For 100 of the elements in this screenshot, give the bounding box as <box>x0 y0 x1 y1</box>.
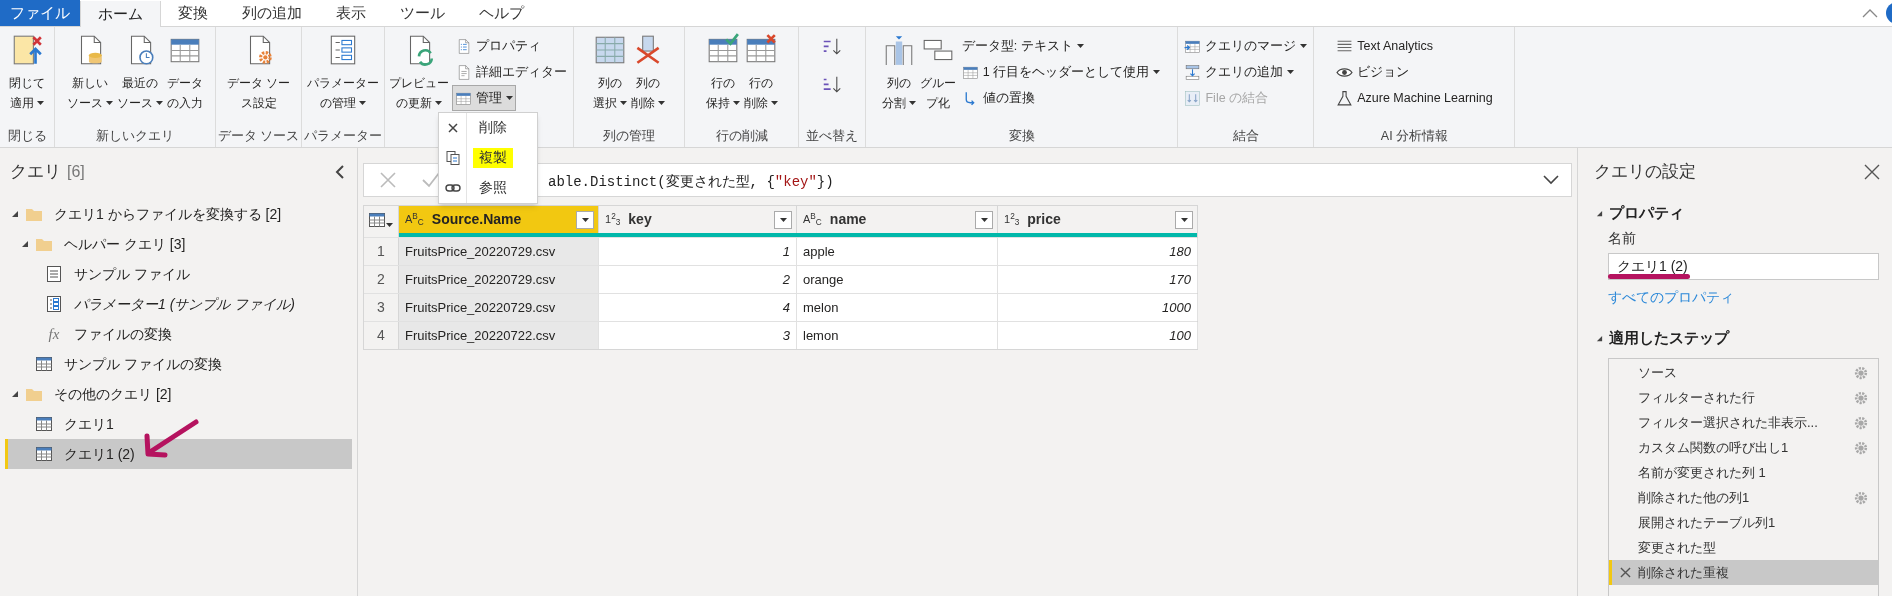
query-count: [6] <box>67 162 85 182</box>
column-title: price <box>1027 210 1061 229</box>
collapse-triangle-icon[interactable] <box>1596 209 1603 217</box>
ribbon-button[interactable]: 列の 選択 <box>592 27 629 126</box>
caret-icon <box>1180 217 1188 222</box>
tab[interactable]: ヘルプ <box>462 0 541 26</box>
step-item[interactable]: 展開されたテーブル列1 <box>1609 510 1878 535</box>
step-item[interactable]: フィルターされた行 <box>1609 385 1878 410</box>
table-cell: FruitsPrice_20220729.csv <box>399 294 599 321</box>
group-label: 変換 <box>1008 128 1036 146</box>
folder-icon <box>25 206 43 222</box>
collapse-triangle-icon[interactable] <box>1596 334 1603 342</box>
ribbon-button[interactable]: 管理 <box>452 85 517 111</box>
column-title: key <box>628 210 652 229</box>
table-menu-button[interactable] <box>369 212 393 227</box>
ribbon-button[interactable]: 行の 削除 <box>743 27 779 126</box>
menu-item[interactable]: 参照 <box>439 173 538 203</box>
group-label: 行の削減 <box>715 128 769 146</box>
ribbon-button[interactable]: 列の 削除 <box>630 27 667 126</box>
help-icon[interactable] <box>1886 2 1892 24</box>
expand-triangle-icon[interactable] <box>21 240 29 248</box>
ribbon-button[interactable]: 1 行目をヘッダーとして使用 <box>958 59 1164 85</box>
ribbon-button[interactable]: Azure Machine Learning <box>1333 85 1496 111</box>
ribbon-button[interactable]: 値の置換 <box>958 85 1038 111</box>
tree-item[interactable]: クエリ1 <box>5 409 352 439</box>
function-icon: fx <box>45 322 63 346</box>
tree-item[interactable]: サンプル ファイルの変換 <box>5 349 352 379</box>
ribbon-button[interactable]: 最近の ソース <box>116 27 164 126</box>
tab[interactable]: 変換 <box>161 0 225 26</box>
column-header[interactable]: A$^{B}$$_{C}$ name <box>797 206 998 233</box>
expand-triangle-icon[interactable] <box>11 210 19 218</box>
ribbon-button[interactable]: Text Analytics <box>1333 33 1436 59</box>
step-item[interactable]: 削除された他の列1 <box>1609 485 1878 510</box>
caret-icon <box>980 217 988 222</box>
append-icon <box>1184 63 1202 81</box>
step-item[interactable]: ソース <box>1609 360 1878 385</box>
close-icon[interactable] <box>1864 164 1880 180</box>
tree-item[interactable]: fx ファイルの変換 <box>5 319 352 349</box>
tree-item[interactable]: サンプル ファイル <box>5 259 352 289</box>
step-item[interactable]: カスタム関数の呼び出し1 <box>1609 435 1878 460</box>
ribbon-button[interactable]: グルー プ化 <box>918 27 957 126</box>
expand-triangle-icon[interactable] <box>11 390 19 398</box>
tree-item[interactable]: その他のクエリ [2] <box>5 379 352 409</box>
document-icon <box>45 265 63 283</box>
filter-button[interactable] <box>1175 210 1193 229</box>
ribbon-button[interactable]: 新しい ソース <box>66 27 114 126</box>
group-label: 列の管理 <box>602 128 657 146</box>
ribbon-button[interactable]: 行の 保持 <box>705 27 741 126</box>
tab[interactable]: ホーム <box>80 1 161 27</box>
table-cell: FruitsPrice_20220722.csv <box>399 322 599 349</box>
filter-button[interactable] <box>975 210 993 229</box>
table-icon <box>369 212 385 227</box>
properties-link[interactable]: すべてのプロパティ <box>1608 284 1734 310</box>
ribbon-button[interactable]: パラメーター の管理 <box>306 27 381 126</box>
tab[interactable]: ファイル <box>0 0 80 26</box>
ribbon-button[interactable]: 閉じて 適用 <box>8 27 46 126</box>
check-icon[interactable] <box>421 171 441 189</box>
table-icon <box>35 416 53 432</box>
tree-item[interactable]: クエリ1 (2) <box>5 439 352 469</box>
ribbon-button[interactable]: データ ソー ス設定 <box>226 27 292 126</box>
column-header[interactable]: 1$^{2}$$_{3}$ price <box>998 206 1198 233</box>
row-number: 3 <box>364 294 399 321</box>
table-cell: FruitsPrice_20220729.csv <box>399 266 599 293</box>
ribbon-button[interactable]: ビジョン <box>1333 59 1413 85</box>
delete-icon[interactable] <box>1619 567 1631 578</box>
ribbon-button[interactable]: 詳細エディター <box>452 59 571 85</box>
tree-item[interactable]: パラメーター1 (サンプル ファイル) <box>5 289 352 319</box>
section-heading: 適用したステップ <box>1609 327 1729 348</box>
ribbon-button[interactable]: 列の 分割 <box>880 27 917 126</box>
column-title: Source.Name <box>431 210 522 229</box>
tab[interactable]: 表示 <box>319 0 383 26</box>
ribbon-button[interactable]: クエリのマージ <box>1181 33 1311 59</box>
column-header[interactable]: 1$^{2}$$_{3}$ key <box>599 206 797 233</box>
step-item[interactable]: 変更された型 <box>1609 535 1878 560</box>
step-item[interactable]: フィルター選択された非表示... <box>1609 410 1878 435</box>
expand-icon[interactable] <box>1543 175 1559 185</box>
table-cell: FruitsPrice_20220729.csv <box>399 238 599 265</box>
row-number: 4 <box>364 322 399 349</box>
tree-item[interactable]: ヘルパー クエリ [3] <box>5 229 352 259</box>
menu-item[interactable]: 複製 <box>439 143 538 173</box>
tab[interactable]: ツール <box>383 0 462 26</box>
filter-button[interactable] <box>576 210 594 229</box>
menu-item[interactable]: 削除 <box>439 113 538 143</box>
field-label: 名前 <box>1608 228 1636 248</box>
name-field[interactable]: クエリ1 (2) <box>1608 253 1879 280</box>
step-item[interactable]: 名前が変更された列 1 <box>1609 460 1878 485</box>
ribbon-button[interactable]: クエリの追加 <box>1181 59 1298 85</box>
ribbon-button[interactable]: データ型: テキスト <box>958 33 1087 59</box>
ribbon-button[interactable]: データ の入力 <box>166 27 204 126</box>
step-item[interactable]: 削除された重複 <box>1609 560 1878 585</box>
tab[interactable]: 列の追加 <box>225 0 319 26</box>
tree-item[interactable]: クエリ1 からファイルを変換する [2] <box>5 199 352 229</box>
row-number: 1 <box>364 238 399 265</box>
copy-icon <box>445 150 461 166</box>
ribbon-button[interactable]: プロパティ <box>452 33 545 59</box>
collapse-icon[interactable] <box>335 165 345 179</box>
column-header[interactable]: A$^{B}$$_{C}$ Source.Name <box>399 206 599 233</box>
group-label: AI 分析情報 <box>1379 127 1450 145</box>
collapse-ribbon-icon[interactable] <box>1862 9 1878 18</box>
filter-button[interactable] <box>774 210 792 229</box>
